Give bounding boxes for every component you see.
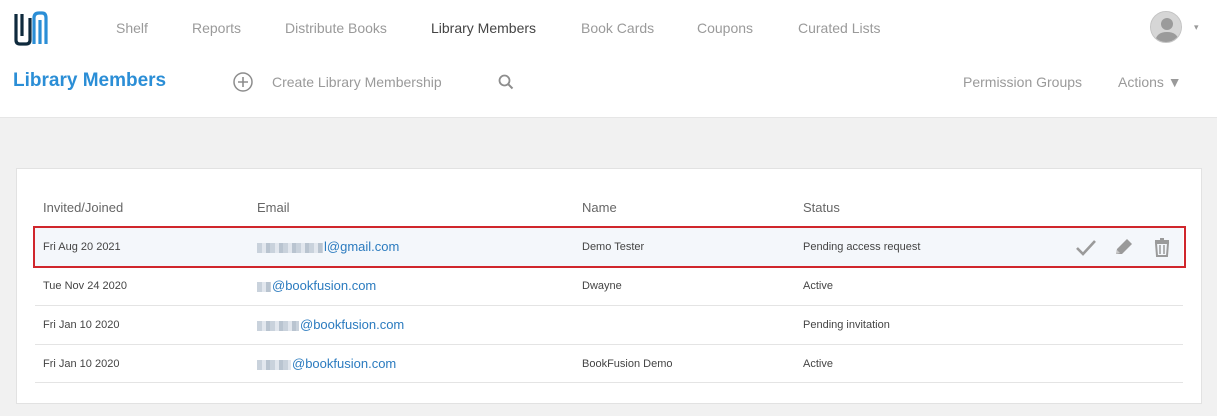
members-table: Invited/Joined Email Name Status Fri Aug… <box>16 168 1202 404</box>
redacted-email-part <box>257 242 323 253</box>
avatar-icon <box>1151 12 1181 42</box>
avatar-caret-icon[interactable]: ▾ <box>1194 22 1199 33</box>
redacted-email-part <box>257 281 271 292</box>
header-email: Email <box>257 200 290 215</box>
email-domain: @bookfusion.com <box>292 356 397 371</box>
cell-name: Demo Tester <box>582 241 645 253</box>
header-name: Name <box>582 200 617 215</box>
plus-circle-icon[interactable] <box>233 72 253 92</box>
nav-coupons[interactable]: Coupons <box>697 20 753 36</box>
table-row[interactable]: Fri Aug 20 2021 l@gmail.com Demo Tester … <box>35 227 1183 266</box>
permission-groups-link[interactable]: Permission Groups <box>963 74 1082 90</box>
table-row[interactable]: Fri Jan 10 2020 @bookfusion.com BookFusi… <box>35 344 1183 383</box>
trash-icon[interactable] <box>1151 237 1173 257</box>
actions-dropdown[interactable]: Actions ▼ <box>1118 74 1182 90</box>
content-area: Invited/Joined Email Name Status Fri Aug… <box>0 118 1217 416</box>
table-row[interactable]: Tue Nov 24 2020 @bookfusion.com Dwayne A… <box>35 266 1183 305</box>
nav-reports[interactable]: Reports <box>192 20 241 36</box>
email-domain: l@gmail.com <box>324 239 400 254</box>
nav-shelf[interactable]: Shelf <box>116 20 148 36</box>
cell-date: Tue Nov 24 2020 <box>43 280 127 292</box>
cell-status: Pending invitation <box>803 319 890 331</box>
cell-status: Active <box>803 280 833 292</box>
cell-date: Fri Jan 10 2020 <box>43 358 120 370</box>
email-domain: @bookfusion.com <box>272 278 377 293</box>
nav-curated-lists[interactable]: Curated Lists <box>798 20 880 36</box>
logo-icon[interactable] <box>13 10 49 46</box>
search-icon[interactable] <box>498 74 514 90</box>
cell-status: Pending access request <box>803 241 921 253</box>
redacted-email-part <box>257 359 291 370</box>
cell-name: Dwayne <box>582 280 622 292</box>
cell-email[interactable]: @bookfusion.com <box>257 356 396 371</box>
redacted-email-part <box>257 320 299 331</box>
pencil-icon[interactable] <box>1113 237 1135 257</box>
top-navigation: Shelf Reports Distribute Books Library M… <box>0 0 1217 56</box>
email-domain: @bookfusion.com <box>300 317 405 332</box>
create-library-membership-button[interactable]: Create Library Membership <box>272 74 442 90</box>
cell-name: BookFusion Demo <box>582 358 673 370</box>
nav-distribute-books[interactable]: Distribute Books <box>285 20 387 36</box>
cell-status: Active <box>803 358 833 370</box>
cell-email[interactable]: l@gmail.com <box>257 239 399 254</box>
cell-email[interactable]: @bookfusion.com <box>257 278 376 293</box>
cell-email[interactable]: @bookfusion.com <box>257 317 404 332</box>
cell-date: Fri Jan 10 2020 <box>43 319 120 331</box>
nav-library-members[interactable]: Library Members <box>431 20 536 36</box>
nav-book-cards[interactable]: Book Cards <box>581 20 654 36</box>
avatar[interactable] <box>1150 11 1182 43</box>
cell-date: Fri Aug 20 2021 <box>43 241 121 253</box>
table-row[interactable]: Fri Jan 10 2020 @bookfusion.com Pending … <box>35 305 1183 344</box>
check-icon[interactable] <box>1075 237 1097 257</box>
table-rows: Fri Aug 20 2021 l@gmail.com Demo Tester … <box>35 227 1183 383</box>
header-invited-joined: Invited/Joined <box>43 200 124 215</box>
header-status: Status <box>803 200 840 215</box>
page-header: Library Members Create Library Membershi… <box>0 56 1217 118</box>
page-title: Library Members <box>13 70 167 91</box>
